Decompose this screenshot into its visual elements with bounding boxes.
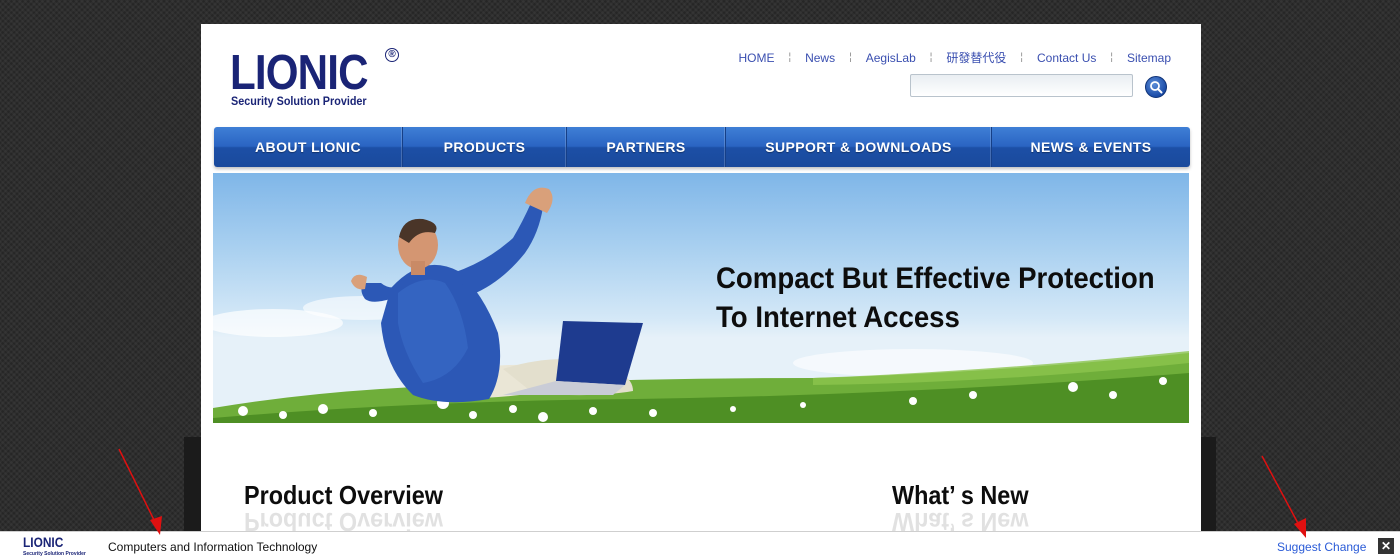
search-icon: [1150, 81, 1163, 94]
close-icon[interactable]: ✕: [1378, 538, 1394, 554]
nav-partners[interactable]: PARTNERS: [567, 127, 726, 167]
top-link-news[interactable]: News: [805, 51, 835, 65]
top-link-contact-us[interactable]: Contact Us: [1037, 51, 1096, 65]
top-links: HOME ¦ News ¦ AegisLab ¦ 研發替代役 ¦ Contact…: [738, 49, 1171, 66]
website-page: LIONIC ® Security Solution Provider HOME…: [201, 24, 1201, 537]
nav-products[interactable]: PRODUCTS: [403, 127, 567, 167]
whats-new-title: What’ s New: [892, 480, 1029, 510]
suggest-change-link[interactable]: Suggest Change: [1277, 540, 1366, 554]
annotation-arrow-right: [1261, 455, 1306, 538]
bottom-bar-logo: LIONIC Security Solution Provider: [23, 534, 86, 559]
top-link-separator: ¦: [788, 52, 792, 63]
top-link-separator: ¦: [1020, 52, 1023, 63]
nav-news-events[interactable]: NEWS & EVENTS: [992, 127, 1190, 167]
product-overview-title: Product Overview: [244, 480, 443, 510]
search-button[interactable]: [1145, 76, 1167, 98]
top-link-aegislab[interactable]: AegisLab: [866, 51, 916, 65]
top-link-separator: ¦: [929, 52, 933, 63]
whats-new-heading: What’ s New What’ s New: [892, 480, 1029, 537]
nav-about-lionic[interactable]: ABOUT LIONIC: [214, 127, 403, 167]
logo-wordmark: LIONIC: [230, 46, 369, 100]
top-link-home[interactable]: HOME: [738, 51, 774, 65]
banner-headline-line-1: Compact But Effective Protection: [716, 262, 1155, 295]
search-input[interactable]: [910, 74, 1133, 97]
lionic-logo[interactable]: LIONIC ® Security Solution Provider: [230, 46, 410, 114]
product-overview-heading: Product Overview Product Overview: [244, 480, 443, 537]
bottom-logo-tagline: Security Solution Provider: [23, 551, 86, 557]
registered-mark: ®: [385, 48, 399, 62]
bottom-logo-wordmark: LIONIC: [23, 534, 64, 550]
bottom-info-bar: LIONIC Security Solution Provider Comput…: [0, 531, 1400, 560]
hero-banner: Compact But Effective Protection To Inte…: [213, 173, 1189, 423]
top-link-sitemap[interactable]: Sitemap: [1127, 51, 1171, 65]
site-category-label: Computers and Information Technology: [108, 540, 318, 554]
top-link-separator: ¦: [849, 52, 852, 63]
main-navigation: ABOUT LIONIC PRODUCTS PARTNERS SUPPORT &…: [214, 127, 1190, 167]
annotation-arrow-left: [118, 448, 162, 535]
banner-headline: Compact But Effective Protection To Inte…: [716, 259, 1155, 337]
top-link-separator: ¦: [1110, 52, 1113, 63]
banner-headline-line-2: To Internet Access: [716, 301, 960, 334]
logo-tagline: Security Solution Provider: [231, 94, 367, 108]
nav-support-downloads[interactable]: SUPPORT & DOWNLOADS: [726, 127, 992, 167]
top-link-alt-service[interactable]: 研發替代役: [946, 49, 1006, 66]
